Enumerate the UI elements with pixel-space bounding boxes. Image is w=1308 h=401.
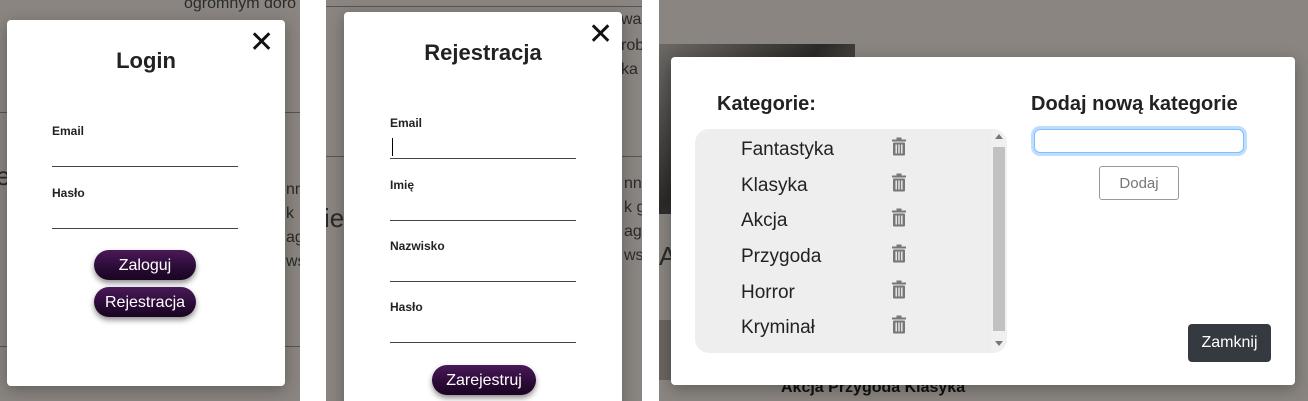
login-panel: ogromnym doro e nn k ag ws ✕ Login Email…: [0, 0, 300, 401]
background-text: ka: [621, 61, 638, 78]
background-text: wa: [621, 11, 642, 28]
last-name-field[interactable]: [390, 259, 576, 282]
background-text: ws: [286, 253, 300, 270]
login-modal: ✕ Login Email Hasło Zaloguj Rejestracja: [7, 20, 285, 386]
trash-icon[interactable]: [889, 315, 909, 335]
first-name-field[interactable]: [390, 198, 576, 221]
background-text: ag: [286, 229, 300, 246]
login-button[interactable]: Zaloguj: [94, 250, 196, 280]
password-field[interactable]: [390, 320, 576, 343]
trash-icon[interactable]: [889, 208, 909, 228]
scrollbar[interactable]: [991, 129, 1007, 353]
trash-icon[interactable]: [889, 137, 909, 157]
background-text: ogromnym doro: [184, 0, 297, 12]
scroll-up-icon[interactable]: [995, 134, 1003, 139]
category-name: Horror: [741, 282, 795, 303]
background-text: k: [286, 205, 294, 222]
first-name-label: Imię: [390, 178, 415, 192]
password-label: Hasło: [52, 186, 85, 200]
background-text: k g: [624, 199, 642, 216]
modal-title: Login: [116, 48, 176, 73]
trash-icon[interactable]: [889, 173, 909, 193]
add-category-button[interactable]: Dodaj: [1099, 166, 1179, 200]
email-label: Email: [52, 124, 85, 138]
category-name: Akcja: [741, 210, 788, 231]
categories-heading: Kategorie:: [717, 93, 816, 115]
background-divider: [326, 6, 642, 7]
modal-title: Rejestracja: [424, 40, 542, 65]
background-text: agn: [624, 223, 642, 240]
new-category-input[interactable]: [1034, 129, 1244, 153]
categories-panel: A Akcja Przygoda Klasyka Kategorie: Fant…: [659, 0, 1308, 401]
register-button[interactable]: Rejestracja: [94, 287, 196, 317]
background-text: ws: [624, 247, 642, 264]
background-text: nn: [624, 175, 642, 192]
email-label: Email: [390, 116, 423, 130]
scroll-down-icon[interactable]: [995, 341, 1003, 346]
email-field[interactable]: [390, 136, 576, 159]
background-text: rob: [621, 37, 642, 54]
category-name: Przygoda: [741, 246, 822, 267]
last-name-label: Nazwisko: [390, 239, 445, 253]
categories-modal: Kategorie: Fantastyka Klasyka Akcja Przy…: [671, 57, 1295, 385]
background-text: nn: [286, 181, 300, 198]
password-label: Hasło: [390, 300, 423, 314]
register-panel: wa rob ka ie nn k g agn ws ✕ Rejestracja…: [326, 0, 642, 401]
password-field[interactable]: [52, 206, 238, 229]
text-cursor: [392, 138, 393, 156]
register-modal: ✕ Rejestracja Email Imię Nazwisko Hasło …: [344, 12, 622, 401]
category-list[interactable]: Fantastyka Klasyka Akcja Przygoda Horror…: [695, 129, 1007, 353]
scrollbar-thumb[interactable]: [993, 147, 1005, 331]
category-name: Klasyka: [741, 175, 808, 196]
close-button[interactable]: Zamknij: [1188, 324, 1271, 362]
email-field[interactable]: [52, 144, 238, 167]
add-category-heading: Dodaj nową kategorie: [1031, 93, 1238, 115]
background-heading-letter: ie: [326, 203, 345, 233]
trash-icon[interactable]: [889, 280, 909, 300]
category-name: Fantastyka: [741, 139, 834, 160]
trash-icon[interactable]: [889, 244, 909, 264]
category-name: Kryminał: [741, 317, 815, 338]
register-submit-button[interactable]: Zarejestruj: [432, 365, 536, 395]
